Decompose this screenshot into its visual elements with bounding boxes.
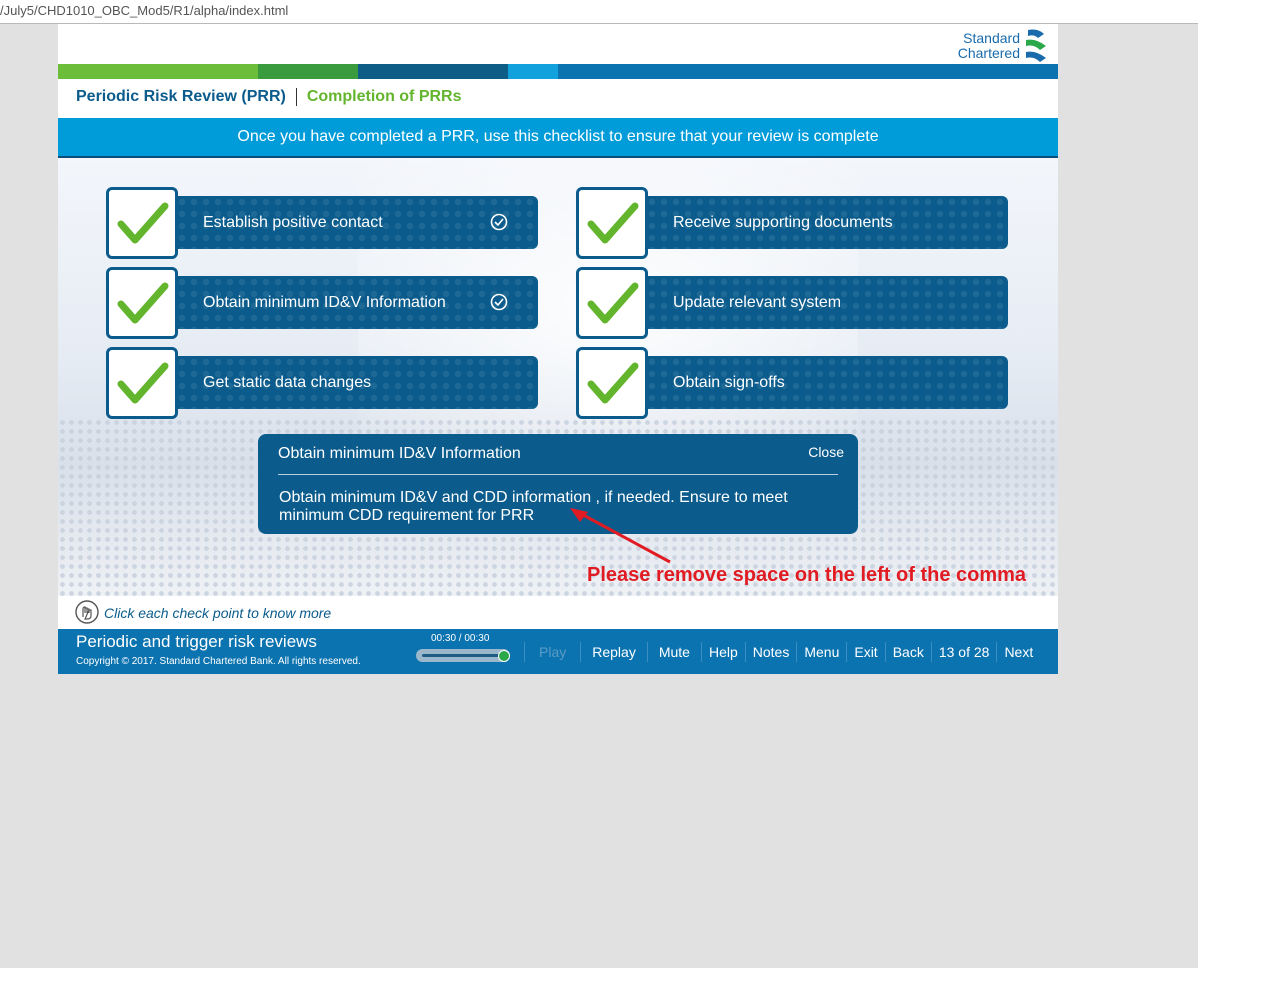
progress-slider[interactable] — [416, 649, 510, 662]
checkbox — [576, 347, 648, 419]
checklist-item-obtain-idv[interactable]: Obtain minimum ID&V Information — [106, 267, 538, 339]
logo-mark-icon — [1026, 29, 1046, 62]
checkmark-icon — [117, 202, 169, 244]
stripe-segment-2 — [258, 64, 358, 79]
player-nav: Play Replay Mute Help Notes Menu Exit Ba… — [524, 629, 1040, 674]
annotation-arrow — [570, 508, 671, 564]
stripe-segment-1 — [58, 64, 258, 79]
notes-button[interactable]: Notes — [744, 641, 797, 662]
play-button[interactable]: Play — [524, 641, 580, 662]
logo-line-2: Chartered — [957, 45, 1020, 61]
visited-check-circle-icon — [490, 293, 508, 311]
progress-fill — [422, 654, 504, 657]
checkbox — [106, 347, 178, 419]
checklist-label: Obtain minimum ID&V Information — [203, 294, 446, 311]
checkmark-icon — [587, 202, 639, 244]
back-button[interactable]: Back — [884, 641, 931, 662]
hint-text: Click each check point to know more — [104, 605, 332, 621]
visited-check-circle-icon — [490, 213, 508, 231]
checkmark-icon — [587, 282, 639, 324]
checkbox — [576, 267, 648, 339]
checkbox — [576, 187, 648, 259]
hand-pointer-icon — [75, 600, 99, 624]
menu-button[interactable]: Menu — [796, 641, 846, 662]
checkbox — [106, 187, 178, 259]
url-text: /July5/CHD1010_OBC_Mod5/R1/alpha/index.h… — [0, 3, 289, 18]
checklist-item-static-data[interactable]: Get static data changes — [106, 347, 538, 419]
stripe-segment-3 — [358, 64, 508, 79]
copyright: Copyright © 2017. Standard Chartered Ban… — [76, 656, 361, 667]
checklist-item-establish-contact[interactable]: Establish positive contact — [106, 187, 538, 259]
stripe-segment-4 — [508, 64, 558, 79]
checklist-item-sign-offs[interactable]: Obtain sign-offs — [576, 347, 1008, 419]
checklist-label: Establish positive contact — [203, 214, 383, 231]
popup-body: Obtain minimum ID&V and CDD information … — [279, 489, 788, 524]
checklist-label: Update relevant system — [673, 294, 842, 311]
hint-bar: Click each check point to know more — [58, 596, 1058, 629]
checklist-label: Get static data changes — [203, 374, 372, 391]
checklist-item-update-system[interactable]: Update relevant system — [576, 267, 1008, 339]
address-bar[interactable]: /July5/CHD1010_OBC_Mod5/R1/alpha/index.h… — [0, 0, 1198, 24]
checkbox — [106, 267, 178, 339]
topic-title: Completion of PRRs — [306, 88, 462, 105]
checklist-label: Obtain sign-offs — [673, 374, 785, 391]
checklist-item-receive-documents[interactable]: Receive supporting documents — [576, 187, 1008, 259]
breadcrumb-divider — [295, 88, 297, 106]
popup-title: Obtain minimum ID&V Information — [278, 445, 521, 462]
replay-button[interactable]: Replay — [580, 641, 647, 662]
popup-divider — [278, 474, 838, 475]
footer-title: Periodic and trigger risk reviews — [76, 632, 317, 651]
instruction-banner: Once you have completed a PRR, use this … — [58, 118, 1058, 158]
checkmark-icon — [587, 362, 639, 404]
help-button[interactable]: Help — [700, 641, 745, 662]
breadcrumb: Periodic Risk Review (PRR) Completion of… — [76, 88, 462, 106]
page-counter: 13 of 28 — [930, 641, 997, 662]
standard-chartered-logo: Standard Chartered — [958, 28, 1048, 64]
next-button[interactable]: Next — [996, 641, 1040, 662]
checkmark-icon — [117, 362, 169, 404]
exit-button[interactable]: Exit — [846, 641, 884, 662]
mute-button[interactable]: Mute — [646, 641, 701, 662]
progress-knob[interactable] — [498, 650, 510, 662]
logo-line-1: Standard — [963, 30, 1020, 46]
stripe-segment-5 — [558, 64, 1058, 79]
player-footer: Periodic and trigger risk reviews Copyri… — [58, 629, 1058, 674]
review-comment: Please remove space on the left of the c… — [587, 564, 1027, 586]
checkmark-icon — [117, 282, 169, 324]
course-title: Periodic Risk Review (PRR) — [76, 88, 286, 105]
time-readout: 00:30 / 00:30 — [431, 633, 490, 644]
info-popup: Obtain minimum ID&V Information Close Ob… — [258, 434, 858, 534]
popup-close-button[interactable]: Close — [808, 444, 844, 460]
checklist-label: Receive supporting documents — [673, 214, 893, 231]
